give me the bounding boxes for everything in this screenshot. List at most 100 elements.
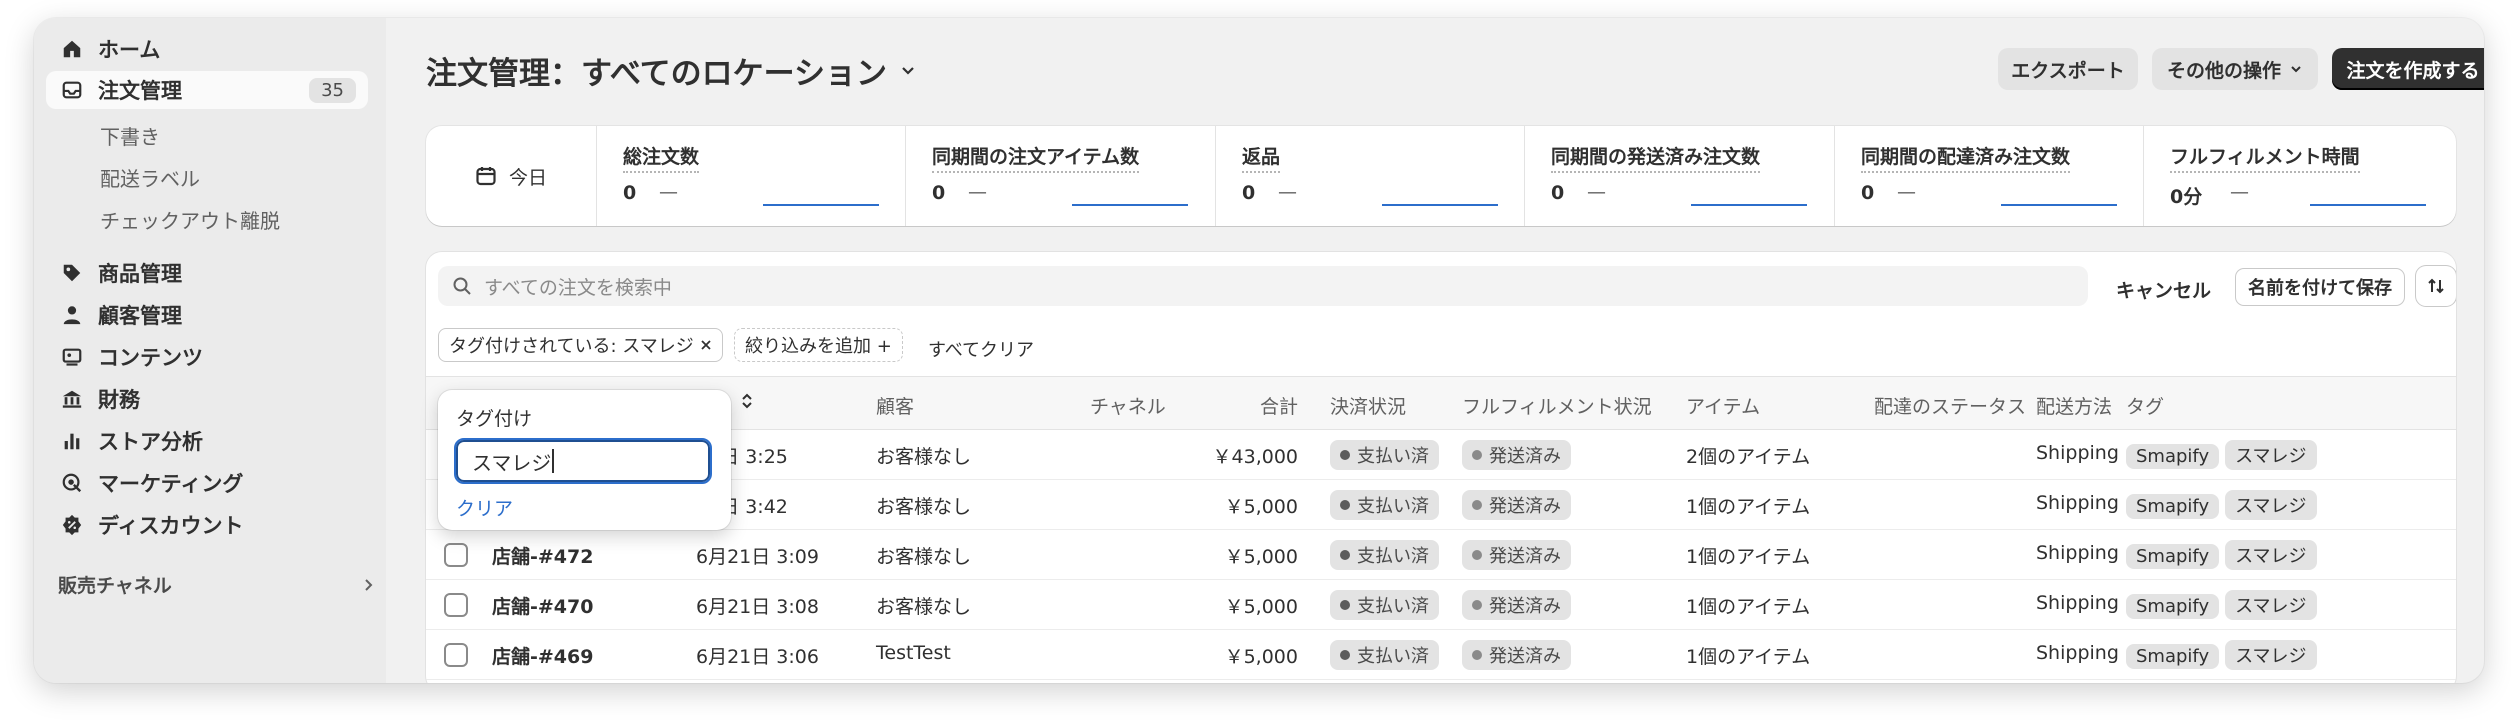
filter-chip-tagged[interactable]: タグ付けされている: スマレジ [438,328,723,362]
sparkline [1072,204,1188,206]
order-date: 6月21日 3:06 [696,646,819,668]
header-items[interactable]: アイテム [1686,392,1760,419]
order-total: ￥5,000 [1224,496,1298,518]
header-delivery-status[interactable]: 配達のステータス [1874,392,2026,419]
row-checkbox[interactable] [444,543,468,567]
nav-shipping-labels[interactable]: 配送ラベル [100,163,200,192]
fulfillment-status-label: 発送済み [1489,646,1561,667]
order-number[interactable]: 店舗-#470 [492,592,593,619]
fulfillment-status-label: 発送済み [1489,546,1561,567]
stat-value: 0 [1551,182,1565,204]
order-total: ￥5,000 [1224,546,1298,568]
order-date: 6月21日 3:08 [696,596,819,618]
header-customer[interactable]: 顧客 [876,392,914,419]
add-filter-label: 絞り込みを追加 + [745,336,892,357]
order-items[interactable]: 2個のアイテム [1686,442,1810,469]
stat-shipped-orders[interactable]: 同期間の発送済み注文数 0 — [1524,126,1834,226]
nav-orders[interactable]: 注文管理 35 [46,71,368,109]
sort-chevron-icon[interactable] [740,391,754,416]
header-channel[interactable]: チャネル [1090,392,1166,419]
nav-home[interactable]: ホーム [46,30,368,68]
stat-returns[interactable]: 返品 0 — [1215,126,1524,226]
nav-drafts[interactable]: 下書き [100,121,160,150]
order-items[interactable]: 1個のアイテム [1686,542,1810,569]
nav-analytics[interactable]: ストア分析 [46,422,368,460]
stat-fulfillment-time[interactable]: フルフィルメント時間 0分 — [2143,126,2456,226]
table-row[interactable]: 店舗-#470 6月21日 3:08 お客様なし ￥5,000 支払い済 発送済… [426,580,2456,630]
stat-value: 0 [1861,182,1875,204]
export-button[interactable]: エクスポート [1998,48,2138,90]
header-total[interactable]: 合計 [1260,392,1298,419]
table-row[interactable]: 店舗-#472 6月21日 3:09 お客様なし ￥5,000 支払い済 発送済… [426,530,2456,580]
tag-filter-clear-link[interactable]: クリア [456,494,513,521]
nav-content[interactable]: コンテンツ [46,338,368,376]
fulfillment-status-badge: 発送済み [1462,640,1571,670]
nav-discounts[interactable]: ディスカウント [46,506,368,544]
save-as-label: 名前を付けて保存 [2248,278,2392,299]
close-icon[interactable] [700,339,712,351]
nav-products-label: 商品管理 [98,262,182,286]
order-items[interactable]: 1個のアイテム [1686,592,1810,619]
tag-filter-input[interactable]: スマレジ [454,438,712,484]
stat-total-orders[interactable]: 総注文数 0 — [596,126,905,226]
calendar-icon [475,165,497,187]
stat-label: 総注文数 [623,142,700,173]
main-content: 注文管理：すべてのロケーション エクスポート その他の操作 注文を作成する 今日 [386,18,2484,683]
order-tags: Smapify スマレジ [2126,640,2323,670]
sales-channels-section[interactable]: 販売チャネル [58,571,376,598]
stat-label: 同期間の発送済み注文数 [1551,142,1761,173]
order-number[interactable]: 店舗-#469 [492,642,593,669]
order-items[interactable]: 1個のアイテム [1686,642,1810,669]
sparkline [763,204,879,206]
create-order-button[interactable]: 注文を作成する [2332,48,2484,90]
order-total: ￥43,000 [1212,446,1298,468]
table-row[interactable]: 店舗-#469 6月21日 3:06 TestTest ￥5,000 支払い済 … [426,630,2456,680]
search-input[interactable]: すべての注文を検索中 [438,266,2088,306]
tag-pill: スマレジ [2225,440,2317,470]
nav-customers[interactable]: 顧客管理 [46,296,368,334]
row-checkbox[interactable] [444,643,468,667]
status-dot-icon [1472,500,1482,510]
save-as-button[interactable]: 名前を付けて保存 [2236,269,2404,305]
fulfillment-status-badge: 発送済み [1462,590,1571,620]
sort-button[interactable] [2416,266,2456,306]
stat-value: 0 [1242,182,1256,204]
header-fulfillment-status[interactable]: フルフィルメント状況 [1462,392,1652,419]
order-number[interactable]: 店舗-#472 [492,542,593,569]
tag-pill: スマレジ [2225,540,2317,570]
header-payment-status[interactable]: 決済状況 [1330,392,1406,419]
header-delivery-method[interactable]: 配送方法 [2036,392,2112,419]
tag-pill: スマレジ [2225,590,2317,620]
tag-pill: Smapify [2126,544,2220,569]
sparkline [2310,204,2426,206]
fulfillment-status-badge: 発送済み [1462,540,1571,570]
sort-icon [2426,276,2446,296]
stat-order-items[interactable]: 同期間の注文アイテム数 0 — [905,126,1215,226]
more-actions-button[interactable]: その他の操作 [2152,48,2318,90]
page-title[interactable]: 注文管理：すべてのロケーション [426,48,917,93]
nav-products[interactable]: 商品管理 [46,254,368,292]
add-filter-button[interactable]: 絞り込みを追加 + [734,328,903,362]
order-customer: お客様なし [876,446,972,468]
order-items[interactable]: 1個のアイテム [1686,492,1810,519]
status-dot-icon [1340,650,1350,660]
stat-label: 同期間の注文アイテム数 [932,142,1140,173]
delivery-method: Shipping [2036,592,2119,614]
cancel-button[interactable]: キャンセル [2116,276,2211,303]
order-tags: Smapify スマレジ [2126,440,2323,470]
stat-delivered-orders[interactable]: 同期間の配達済み注文数 0 — [1834,126,2143,226]
nav-discounts-label: ディスカウント [98,514,244,538]
tag-pill: Smapify [2126,444,2220,469]
nav-marketing[interactable]: マーケティング [46,464,368,502]
sidebar: ホーム 注文管理 35 下書き 配送ラベル チェックアウト離脱 商品管理 顧客管… [34,18,386,683]
header-tags[interactable]: タグ [2126,392,2164,419]
nav-abandoned-checkouts[interactable]: チェックアウト離脱 [100,205,280,234]
order-tags: Smapify スマレジ [2126,590,2323,620]
row-checkbox[interactable] [444,593,468,617]
search-icon [452,276,472,296]
date-range-label: 今日 [508,166,547,189]
orders-count-badge: 35 [309,77,356,103]
date-range-button[interactable]: 今日 [426,126,596,226]
nav-finance[interactable]: 財務 [46,380,368,418]
clear-all-button[interactable]: すべてクリア [928,336,1034,362]
